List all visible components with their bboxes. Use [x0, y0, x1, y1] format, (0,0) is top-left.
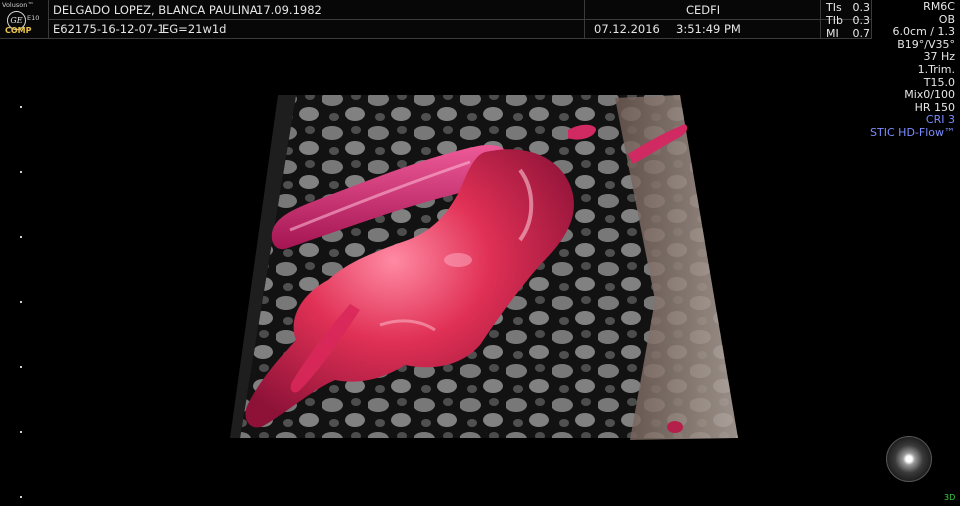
flow-highlight [444, 253, 472, 267]
ultrasound-3d-render [230, 95, 738, 440]
preset-label: 1.Trim. [917, 62, 955, 76]
depth-tick [20, 171, 22, 173]
voluson-logo: Voluson™ GE E10 COMP [2, 1, 50, 37]
gestational-age: EG=21w1d [162, 22, 227, 36]
logo-model: E10 [27, 14, 40, 22]
header-divider [48, 19, 872, 20]
patient-name: DELGADO LOPEZ, BLANCA PAULINA [53, 3, 258, 17]
trackball-orientation-icon[interactable] [886, 436, 932, 482]
flow-fragment [667, 421, 683, 433]
depth-tick [20, 106, 22, 108]
exam-date: 07.12.2016 [594, 22, 660, 36]
mix-label: Mix0/100 [904, 88, 955, 102]
stic-mode-label: STIC HD-Flow™ [870, 125, 955, 139]
exam-id: E62175-16-12-07-1 [53, 22, 165, 36]
depth-tick [20, 431, 22, 433]
acquisition-parameters: RM6C OB 6.0cm / 1.3 B19°/V35° 37 Hz 1.Tr… [835, 0, 955, 140]
institution-name: CEDFI [686, 3, 721, 17]
render-mode-label: 3D [944, 493, 956, 502]
depth-label: 6.0cm / 1.3 [892, 25, 955, 39]
logo-brand: Voluson™ [2, 1, 34, 9]
exam-time: 3:51:49 PM [676, 22, 741, 36]
depth-tick [20, 301, 22, 303]
depth-tick [20, 496, 22, 498]
patient-dob: 17.09.1982 [256, 3, 322, 17]
header-divider [820, 0, 821, 38]
comp-label: COMP [5, 26, 32, 35]
header-divider [584, 0, 585, 38]
probe-label: RM6C [923, 0, 955, 13]
header-bar: Voluson™ GE E10 COMP DELGADO LOPEZ, BLAN… [0, 0, 872, 40]
depth-tick [20, 366, 22, 368]
depth-tick [20, 236, 22, 238]
